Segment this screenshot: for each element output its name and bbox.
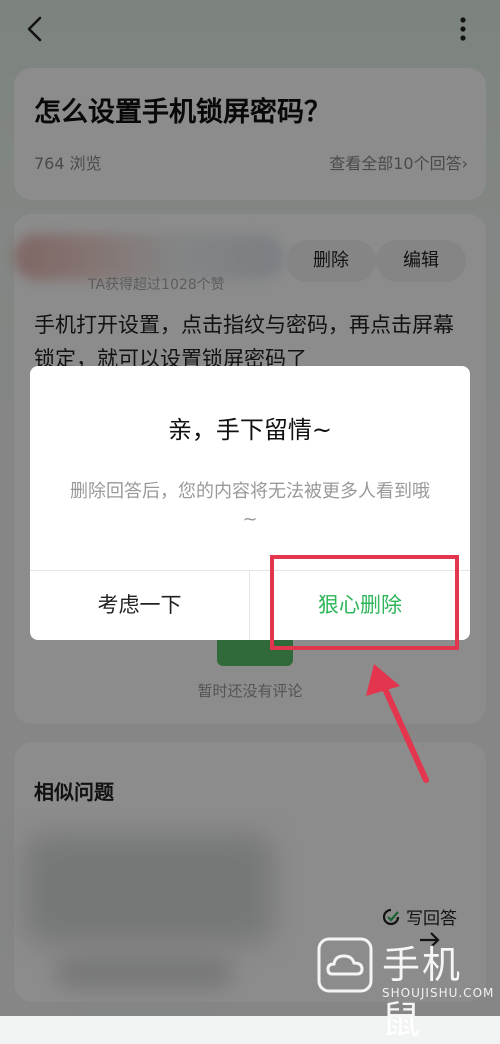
watermark-cloud-icon	[317, 937, 373, 993]
cancel-button[interactable]: 考虑一下	[30, 571, 249, 640]
annotation-arrow-icon	[366, 664, 429, 783]
highlight-box	[270, 555, 459, 650]
dialog-message: 删除回答后，您的内容将无法被更多人看到哦~	[70, 481, 430, 530]
dialog-title: 亲，手下留情~	[167, 416, 333, 444]
watermark-logo: 手机鼠 SHOUJISHU.COM	[316, 934, 495, 1042]
watermark-subtext: SHOUJISHU.COM	[382, 986, 495, 1000]
